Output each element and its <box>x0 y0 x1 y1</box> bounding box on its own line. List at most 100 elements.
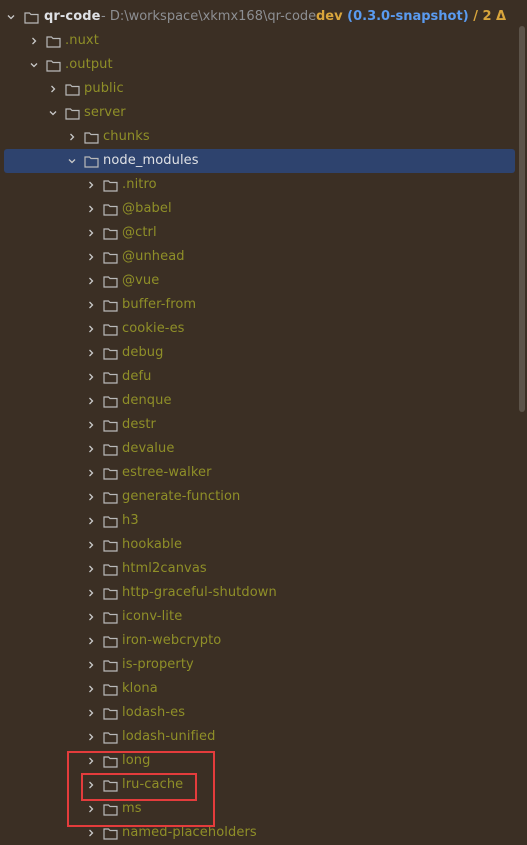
tree-item-row[interactable]: h3 <box>0 509 527 533</box>
tree-item-row[interactable]: lodash-unified <box>0 725 527 749</box>
tree-item-row[interactable]: long <box>0 749 527 773</box>
chevron-right-icon[interactable] <box>84 586 98 600</box>
chevron-right-icon[interactable] <box>84 322 98 336</box>
selection-highlight <box>4 149 515 173</box>
folder-icon <box>83 154 99 168</box>
root-project-name: qr-code <box>44 9 101 24</box>
chevron-right-icon[interactable] <box>84 274 98 288</box>
folder-icon <box>102 586 118 600</box>
tree-item-row[interactable]: .nitro <box>0 173 527 197</box>
chevron-right-icon[interactable] <box>84 538 98 552</box>
tree-item-row[interactable]: public <box>0 77 527 101</box>
tree-item-row[interactable]: chunks <box>0 125 527 149</box>
tree-item-row[interactable]: destr <box>0 413 527 437</box>
folder-icon <box>23 10 39 24</box>
chevron-right-icon[interactable] <box>84 490 98 504</box>
chevron-right-icon[interactable] <box>84 298 98 312</box>
chevron-right-icon[interactable] <box>84 178 98 192</box>
chevron-right-icon[interactable] <box>84 202 98 216</box>
tree-item-label: devalue <box>122 441 175 456</box>
tree-item-row[interactable]: debug <box>0 341 527 365</box>
tree-item-row[interactable]: server <box>0 101 527 125</box>
folder-icon <box>102 658 118 672</box>
tree-item-row[interactable]: ms <box>0 797 527 821</box>
chevron-right-icon[interactable] <box>84 658 98 672</box>
folder-icon <box>102 634 118 648</box>
tree-item-label: lodash-unified <box>122 729 216 744</box>
tree-item-row[interactable]: lru-cache <box>0 773 527 797</box>
tree-root-row[interactable]: qr-code - D:\workspace\xkmx168\qr-code d… <box>0 5 527 29</box>
tree-item-label: hookable <box>122 537 183 552</box>
tree-item-row[interactable]: @unhead <box>0 245 527 269</box>
chevron-right-icon[interactable] <box>84 466 98 480</box>
tree-item-row[interactable]: denque <box>0 389 527 413</box>
chevron-right-icon[interactable] <box>84 442 98 456</box>
tree-item-row[interactable]: iron-webcrypto <box>0 629 527 653</box>
tree-item-row[interactable]: lodash-es <box>0 701 527 725</box>
chevron-right-icon[interactable] <box>65 130 79 144</box>
chevron-right-icon[interactable] <box>84 706 98 720</box>
chevron-right-icon[interactable] <box>84 250 98 264</box>
scrollbar-track[interactable] <box>517 0 527 834</box>
chevron-right-icon[interactable] <box>84 370 98 384</box>
tree-item-row[interactable]: cookie-es <box>0 317 527 341</box>
tree-item-row[interactable]: node_modules <box>0 149 527 173</box>
tree-item-label: .nuxt <box>65 33 99 48</box>
tree-item-row[interactable]: .nuxt <box>0 29 527 53</box>
chevron-right-icon[interactable] <box>84 514 98 528</box>
tree-item-label: ms <box>122 801 142 816</box>
chevron-right-icon[interactable] <box>84 802 98 816</box>
chevron-right-icon[interactable] <box>84 394 98 408</box>
tree-item-row[interactable]: html2canvas <box>0 557 527 581</box>
chevron-right-icon[interactable] <box>84 634 98 648</box>
chevron-right-icon[interactable] <box>84 226 98 240</box>
chevron-right-icon[interactable] <box>46 82 60 96</box>
tree-item-label: @ctrl <box>122 225 157 240</box>
chevron-right-icon[interactable] <box>84 754 98 768</box>
chevron-down-icon[interactable] <box>65 154 79 168</box>
chevron-right-icon[interactable] <box>84 346 98 360</box>
tree-item-label: iconv-lite <box>122 609 183 624</box>
tree-item-row[interactable]: estree-walker <box>0 461 527 485</box>
tree-item-row[interactable]: iconv-lite <box>0 605 527 629</box>
tree-item-row[interactable]: @babel <box>0 197 527 221</box>
chevron-right-icon[interactable] <box>84 610 98 624</box>
tree-item-row[interactable]: @vue <box>0 269 527 293</box>
chevron-down-icon[interactable] <box>27 58 41 72</box>
tree-item-row[interactable]: is-property <box>0 653 527 677</box>
tree-item-label: lru-cache <box>122 777 184 792</box>
folder-icon <box>102 730 118 744</box>
folder-icon <box>102 442 118 456</box>
chevron-right-icon[interactable] <box>84 562 98 576</box>
chevron-right-icon[interactable] <box>84 778 98 792</box>
scrollbar-thumb[interactable] <box>519 26 525 412</box>
tree-item-row[interactable]: @ctrl <box>0 221 527 245</box>
folder-icon <box>64 106 80 120</box>
tree-item-row[interactable]: klona <box>0 677 527 701</box>
chevron-right-icon[interactable] <box>27 34 41 48</box>
tree-item-row[interactable]: hookable <box>0 533 527 557</box>
tree-item-row[interactable]: named-placeholders <box>0 821 527 845</box>
root-project-path: - D:\workspace\xkmx168\qr-code <box>101 9 317 24</box>
tree-item-label: .nitro <box>122 177 157 192</box>
tree-item-label: named-placeholders <box>122 825 257 840</box>
folder-icon <box>102 778 118 792</box>
folder-icon <box>83 130 99 144</box>
tree-item-row[interactable]: http-graceful-shutdown <box>0 581 527 605</box>
chevron-down-icon[interactable] <box>46 106 60 120</box>
folder-icon <box>102 706 118 720</box>
folder-icon <box>102 610 118 624</box>
tree-item-row[interactable]: .output <box>0 53 527 77</box>
tree-item-row[interactable]: devalue <box>0 437 527 461</box>
chevron-right-icon[interactable] <box>84 418 98 432</box>
tree-item-label: @vue <box>122 273 160 288</box>
chevron-down-icon[interactable] <box>4 10 18 24</box>
chevron-right-icon[interactable] <box>84 730 98 744</box>
vcs-changes-count: 2 Δ <box>482 9 507 24</box>
chevron-right-icon[interactable] <box>84 682 98 696</box>
tree-item-row[interactable]: generate-function <box>0 485 527 509</box>
tree-item-row[interactable]: defu <box>0 365 527 389</box>
tree-item-label: server <box>84 105 126 120</box>
chevron-right-icon[interactable] <box>84 826 98 840</box>
tree-item-row[interactable]: buffer-from <box>0 293 527 317</box>
